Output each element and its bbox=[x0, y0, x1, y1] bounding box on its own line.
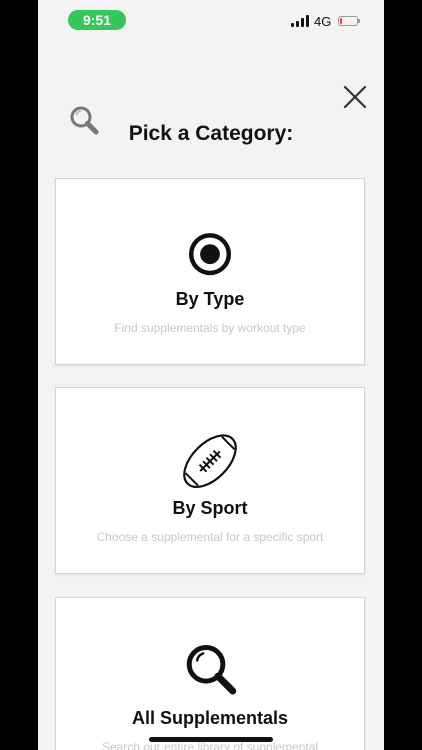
close-icon bbox=[343, 85, 367, 109]
category-title: By Sport bbox=[172, 498, 248, 518]
home-indicator[interactable] bbox=[149, 737, 273, 742]
category-description: Find supplementals by workout type bbox=[114, 321, 306, 335]
category-card-by-sport[interactable]: By Sport Choose a supplemental for a spe… bbox=[55, 387, 365, 574]
network-label: 4G bbox=[314, 14, 332, 29]
category-card-by-type[interactable]: By Type Find supplementals by workout ty… bbox=[55, 178, 365, 365]
category-card-all-supplementals[interactable]: All Supplementals Search our entire libr… bbox=[55, 597, 365, 750]
close-button[interactable] bbox=[340, 82, 370, 112]
category-description: Choose a supplemental for a specific spo… bbox=[96, 530, 324, 544]
category-title: By Type bbox=[175, 289, 245, 309]
status-time[interactable]: 9:51 bbox=[68, 10, 126, 30]
target-icon bbox=[188, 233, 232, 276]
status-bar: 9:51 4G bbox=[38, 0, 384, 40]
page-title: Pick a Category: bbox=[128, 122, 294, 145]
app-screen: 9:51 4G Pick a Category: By Type Find su… bbox=[38, 0, 384, 750]
battery-icon bbox=[338, 16, 360, 26]
category-title: All Supplementals bbox=[131, 708, 289, 728]
football-icon bbox=[183, 434, 237, 488]
signal-icon bbox=[291, 15, 309, 27]
battery-level bbox=[340, 18, 342, 24]
